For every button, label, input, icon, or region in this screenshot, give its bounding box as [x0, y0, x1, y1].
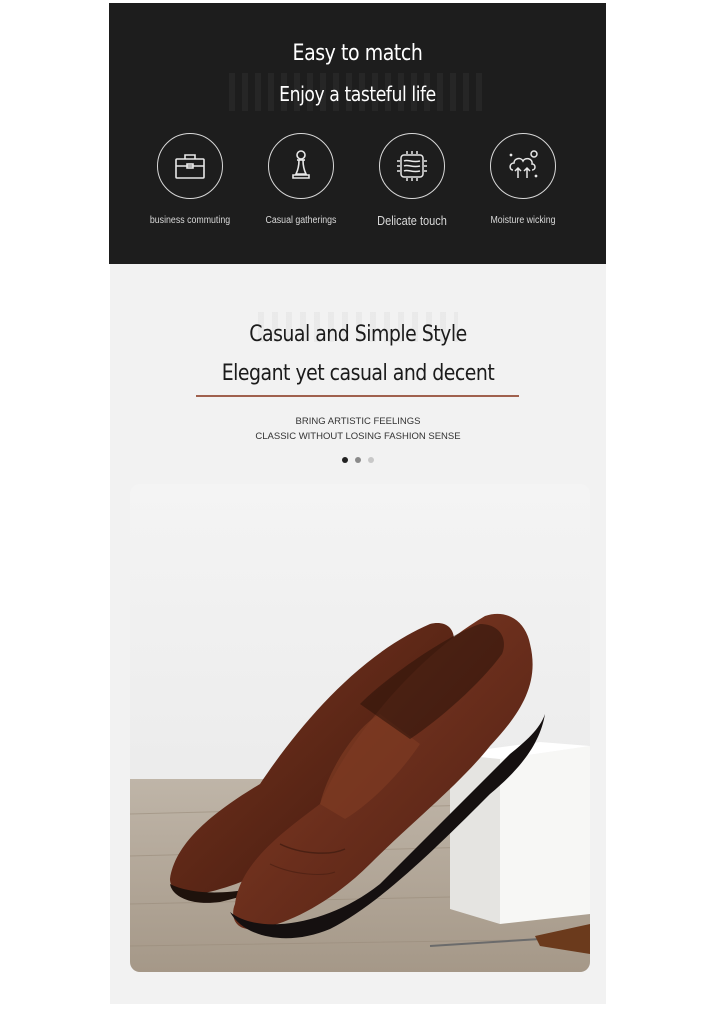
feature-banner: Easy to match Enjoy a tasteful life busi…: [109, 3, 606, 264]
carousel-dot-2[interactable]: [355, 457, 361, 463]
fabric-texture-icon: [379, 133, 445, 199]
carousel-dot-3[interactable]: [368, 457, 374, 463]
section-subtitle: Elegant yet casual and decent: [221, 361, 495, 386]
tagline-artistic: BRING ARTISTIC FEELINGS: [295, 416, 421, 427]
tagline-classic: CLASSIC WITHOUT LOSING FASHION SENSE: [255, 431, 461, 442]
feature-label: Delicate touch: [377, 214, 447, 228]
feature-delicate-touch: Delicate touch: [357, 133, 467, 228]
carousel-dot-1[interactable]: [342, 457, 348, 463]
banner-subtitle: Enjoy a tasteful life: [279, 82, 436, 106]
briefcase-icon: [157, 133, 223, 199]
breathable-cloud-icon: [490, 133, 556, 199]
feature-moisture-wicking: Moisture wicking: [468, 133, 578, 226]
feature-casual-gatherings: Casual gatherings: [246, 133, 356, 226]
feature-label: business commuting: [149, 215, 231, 226]
chess-pawn-icon: [268, 133, 334, 199]
banner-title: Easy to match: [292, 41, 423, 66]
feature-label: Casual gatherings: [265, 215, 337, 226]
accent-underline: [196, 395, 519, 397]
style-section: Casual and Simple Style Elegant yet casu…: [110, 264, 606, 1004]
product-photo: [130, 484, 590, 972]
carousel-dots: [110, 457, 606, 463]
feature-label: Moisture wicking: [490, 215, 556, 226]
feature-business-commuting: business commuting: [135, 133, 245, 226]
section-title: Casual and Simple Style: [249, 322, 467, 347]
